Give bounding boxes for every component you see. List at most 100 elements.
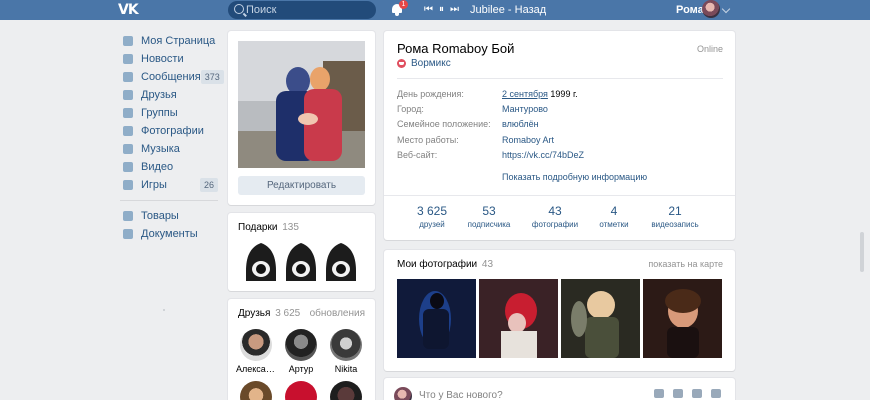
menu-item-messages[interactable]: Сообщения 373 (120, 68, 224, 86)
friend-item[interactable]: Александ… (236, 329, 276, 374)
website-link[interactable]: https://vk.cc/74bDeZ (502, 148, 584, 162)
chevron-down-icon[interactable] (721, 4, 731, 14)
city-link[interactable]: Мантурово (502, 102, 548, 116)
menu-item-groups[interactable]: Группы (120, 104, 220, 122)
stat-number: 43 (548, 204, 562, 218)
games-count: 26 (199, 178, 218, 192)
menu-item-news[interactable]: Новости (120, 50, 220, 68)
camera-icon (123, 126, 133, 136)
profile-status-text: Вормикс (411, 58, 451, 69)
work-link[interactable]: Romaboy Art (502, 133, 554, 147)
video-icon[interactable] (673, 389, 683, 398)
photo-thumb[interactable] (479, 279, 558, 358)
menu-item-goods[interactable]: Товары (120, 207, 220, 225)
stat-number: 53 (482, 204, 496, 218)
friends-label: Друзья (238, 308, 271, 319)
home-icon (123, 36, 133, 46)
friends-title[interactable]: Друзья 3 625 (238, 308, 300, 319)
stat-friends[interactable]: 3 625 друзей (402, 204, 462, 229)
gifts-label: Подарки (238, 222, 278, 233)
friend-item[interactable] (326, 381, 366, 400)
friend-item[interactable] (281, 381, 321, 400)
show-on-map-link[interactable]: показать на карте (648, 259, 723, 269)
top-bar: VK 1 ⏮ ⏸ ⏭ Jubilee - Назад Рома (0, 0, 870, 20)
divider (397, 78, 723, 79)
menu-item-photos[interactable]: Фотографии (120, 122, 220, 140)
search-input[interactable] (246, 3, 366, 17)
menu-item-label: Сообщения (141, 71, 201, 83)
post-composer (384, 378, 735, 400)
composer-avatar (394, 387, 412, 400)
birthday-link[interactable]: 2 сентября (502, 89, 548, 99)
stat-tags[interactable]: 4 отметки (584, 204, 644, 229)
stat-label: фотографии (531, 220, 579, 229)
gift-item[interactable] (322, 241, 360, 283)
friend-avatar (285, 329, 317, 361)
profile-card: Рома Romaboy Бой Вормикс Online День рож… (384, 31, 735, 240)
stat-label: подписчика (467, 220, 511, 229)
camera-icon[interactable] (654, 389, 664, 398)
photo-thumb[interactable] (397, 279, 476, 358)
divider (384, 195, 735, 196)
header-user-name[interactable]: Рома (676, 3, 704, 17)
relationship-link[interactable]: влюблён (502, 117, 539, 131)
menu-item-music[interactable]: Музыка (120, 140, 220, 158)
news-icon (123, 54, 133, 64)
friend-item[interactable] (236, 381, 276, 400)
photos-title[interactable]: Мои фотографии 43 (397, 259, 493, 270)
birthday-year: 1999 г. (547, 89, 578, 99)
profile-status[interactable]: Вормикс (397, 58, 451, 69)
menu-item-label: Моя Страница (141, 35, 216, 47)
menu-item-my-page[interactable]: Моя Страница (120, 32, 220, 50)
info-label: Семейное положение: (397, 119, 491, 129)
scrollbar-thumb[interactable] (860, 232, 864, 272)
menu-item-games[interactable]: Игры 26 (120, 176, 220, 194)
menu-item-video[interactable]: Видео (120, 158, 220, 176)
menu-item-label: Группы (141, 107, 178, 119)
friend-item[interactable]: Артур (281, 329, 321, 374)
search-icon (234, 4, 244, 14)
player-track[interactable]: Jubilee - Назад (470, 3, 546, 17)
info-label: Город: (397, 104, 424, 114)
photo-thumb[interactable] (643, 279, 722, 358)
gift-item[interactable] (282, 241, 320, 283)
menu-item-friends[interactable]: Друзья (120, 86, 220, 104)
messages-icon (123, 72, 133, 82)
menu-item-label: Товары (141, 210, 179, 222)
prev-icon[interactable]: ⏮ (424, 4, 433, 16)
video-icon (123, 162, 133, 172)
friends-updates-link[interactable]: обновления (310, 308, 365, 319)
menu-item-label: Музыка (141, 143, 180, 155)
header-avatar[interactable] (702, 0, 720, 18)
next-icon[interactable]: ⏭ (450, 4, 459, 16)
stat-photos[interactable]: 43 фотографии (525, 204, 585, 229)
post-input[interactable] (419, 388, 619, 400)
menu-item-documents[interactable]: Документы (120, 225, 220, 243)
profile-name: Рома Romaboy Бой (397, 41, 515, 56)
friends-count: 3 625 (275, 308, 301, 319)
stat-followers[interactable]: 53 подписчика (459, 204, 519, 229)
profile-photo[interactable] (238, 41, 365, 168)
friend-avatar (240, 381, 272, 400)
post-tools (654, 389, 721, 398)
menu-item-label: Новости (141, 53, 184, 65)
stat-videos[interactable]: 21 видеозапись (645, 204, 705, 229)
menu-item-label: Фотографии (141, 125, 204, 137)
search-box[interactable] (228, 1, 376, 19)
gift-item[interactable] (242, 241, 280, 283)
stat-number: 21 (668, 204, 682, 218)
menu-item-label: Друзья (141, 89, 177, 101)
pause-icon[interactable]: ⏸ (439, 4, 444, 16)
gifts-title[interactable]: Подарки 135 (238, 222, 299, 233)
vk-logo-icon[interactable]: VK (118, 2, 146, 18)
stat-label: отметки (599, 220, 629, 229)
photo-thumb[interactable] (561, 279, 640, 358)
menu-icon[interactable] (711, 389, 721, 398)
friend-item[interactable]: Nikita (326, 329, 366, 374)
bag-icon (123, 211, 133, 221)
edit-profile-button[interactable]: Редактировать (238, 176, 365, 195)
show-more-info-link[interactable]: Показать подробную информацию (502, 172, 647, 182)
music-icon[interactable] (692, 389, 702, 398)
decorative-dot (163, 309, 165, 311)
menu-item-label: Документы (141, 228, 198, 240)
